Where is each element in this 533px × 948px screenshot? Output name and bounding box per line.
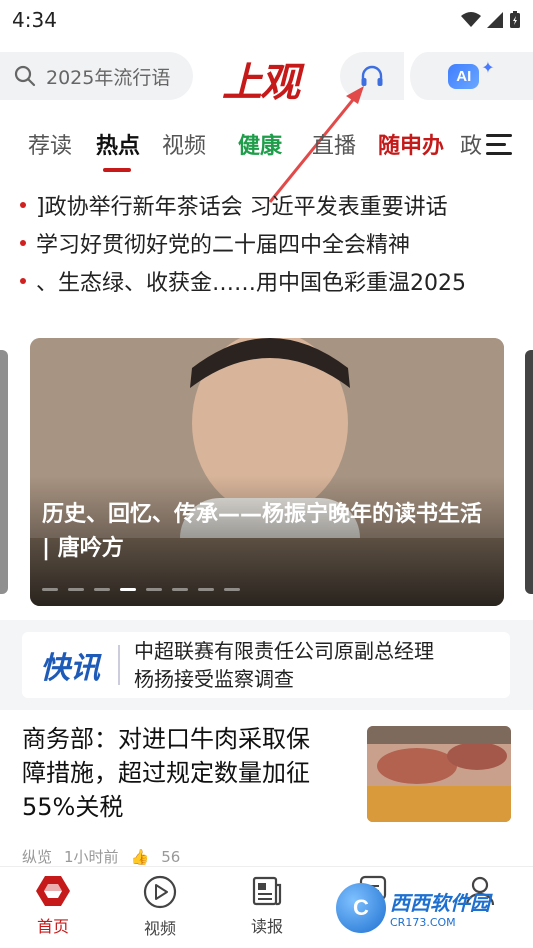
flash-news-section: 快讯 中超联赛有限责任公司原副总经理 杨扬接受监察调查 bbox=[0, 620, 533, 710]
article-source: 纵览 bbox=[22, 848, 53, 866]
headline-text: ]政协举行新年茶话会 习近平发表重要讲话 bbox=[36, 195, 448, 220]
wifi-icon bbox=[461, 12, 481, 27]
nav-video[interactable]: 视频 bbox=[120, 875, 200, 939]
article-title-line: 55%关税 bbox=[22, 793, 124, 821]
article-meta: 纵览 1小时前 👍 56 bbox=[22, 846, 180, 867]
newspaper-icon bbox=[252, 876, 282, 906]
bullet-icon bbox=[20, 202, 26, 208]
ai-button[interactable]: AI ✦ bbox=[404, 52, 533, 100]
article-title-line: 商务部：对进口牛肉采取保 bbox=[22, 725, 310, 753]
article-card[interactable]: 商务部：对进口牛肉采取保 障措施，超过规定数量加征 55%关税 纵览 1小时前 … bbox=[0, 722, 533, 872]
carousel-dot bbox=[68, 588, 84, 591]
tab-politics[interactable]: 政 bbox=[460, 128, 482, 160]
carousel-dot bbox=[94, 588, 110, 591]
headline-text: 学习好贯彻好党的二十届四中全会精神 bbox=[36, 233, 411, 258]
headphones-icon bbox=[361, 65, 383, 86]
status-bar: 4:34 bbox=[0, 0, 533, 40]
tab-live[interactable]: 直播 bbox=[312, 128, 356, 160]
category-tabs: 荐读 热点 视频 健康 直播 随申办 政 bbox=[0, 122, 533, 172]
bullet-icon bbox=[20, 240, 26, 246]
carousel-indicator bbox=[42, 588, 240, 591]
search-placeholder: 2025年流行语 bbox=[46, 66, 171, 89]
nav-newspaper[interactable]: 读报 bbox=[227, 875, 307, 937]
nav-label: 读报 bbox=[250, 917, 283, 936]
nav-label: 视频 bbox=[143, 919, 176, 938]
audio-button[interactable] bbox=[340, 52, 404, 100]
article-thumbnail bbox=[367, 726, 511, 822]
tabs-menu-icon[interactable] bbox=[486, 134, 512, 161]
article-time: 1小时前 bbox=[64, 848, 119, 866]
watermark-brand: 西西软件园 bbox=[390, 891, 490, 915]
flash-logo: 快讯 bbox=[40, 651, 100, 686]
tab-hot[interactable]: 热点 bbox=[96, 128, 140, 160]
article-title: 商务部：对进口牛肉采取保 障措施，超过规定数量加征 55%关税 bbox=[22, 722, 342, 824]
beef-photo bbox=[367, 726, 511, 822]
watermark-logo-icon: C bbox=[336, 883, 386, 933]
thumbs-up-icon[interactable]: 👍 bbox=[131, 848, 150, 866]
carousel-next-peek bbox=[525, 350, 533, 594]
tab-recommended[interactable]: 荐读 bbox=[28, 128, 72, 160]
carousel-dot bbox=[224, 588, 240, 591]
active-tab-indicator bbox=[103, 168, 131, 172]
nav-home[interactable]: 首页 bbox=[13, 875, 93, 937]
carousel-dot bbox=[198, 588, 214, 591]
site-watermark: C 西西软件园 CR173.COM bbox=[336, 880, 512, 936]
flash-news-card[interactable]: 快讯 中超联赛有限责任公司原副总经理 杨扬接受监察调查 bbox=[22, 632, 510, 698]
search-icon bbox=[14, 65, 36, 87]
carousel-caption: 历史、回忆、传承——杨振宁晚年的读书生活 | 唐吟方 bbox=[42, 502, 483, 561]
watermark-text: 西西软件园 CR173.COM bbox=[390, 887, 490, 929]
status-icons bbox=[461, 11, 521, 29]
carousel-dot bbox=[146, 588, 162, 591]
headline-item[interactable]: ]政协举行新年茶话会 习近平发表重要讲话 bbox=[0, 186, 533, 224]
carousel-dot bbox=[172, 588, 188, 591]
headline-list: ]政协举行新年茶话会 习近平发表重要讲话 学习好贯彻好党的二十届四中全会精神 、… bbox=[0, 186, 533, 300]
bullet-icon bbox=[20, 278, 26, 284]
featured-carousel[interactable]: 历史、回忆、传承——杨振宁晚年的读书生活 | 唐吟方 bbox=[30, 338, 504, 606]
signal-icon bbox=[487, 12, 503, 28]
flash-text: 中超联赛有限责任公司原副总经理 杨扬接受监察调查 bbox=[134, 637, 434, 693]
tab-suishenban[interactable]: 随申办 bbox=[378, 128, 444, 160]
carousel-dot-active bbox=[120, 588, 136, 591]
headline-item[interactable]: 、生态绿、收获金……用中国色彩重温2025 bbox=[0, 262, 533, 300]
headline-item[interactable]: 学习好贯彻好党的二十届四中全会精神 bbox=[0, 224, 533, 262]
carousel-prev-peek bbox=[0, 350, 8, 594]
sparkle-icon: ✦ bbox=[481, 57, 495, 77]
tab-video[interactable]: 视频 bbox=[162, 128, 206, 160]
header: 2025年流行语 上观 AI ✦ bbox=[0, 50, 533, 106]
flash-divider bbox=[118, 645, 120, 685]
article-title-line: 障措施，超过规定数量加征 bbox=[22, 759, 310, 787]
search-box[interactable]: 2025年流行语 bbox=[0, 52, 193, 100]
app-logo: 上观 bbox=[222, 59, 300, 106]
headline-text: 、生态绿、收获金……用中国色彩重温2025 bbox=[36, 271, 466, 296]
status-time: 4:34 bbox=[12, 8, 57, 32]
watermark-url: CR173.COM bbox=[390, 916, 456, 929]
battery-icon bbox=[510, 11, 520, 28]
carousel-dot bbox=[42, 588, 58, 591]
nav-label: 首页 bbox=[36, 917, 69, 936]
play-icon bbox=[143, 875, 177, 909]
article-likes: 56 bbox=[161, 847, 181, 866]
ai-badge: AI bbox=[448, 63, 480, 89]
flash-text-line: 杨扬接受监察调查 bbox=[134, 667, 294, 691]
home-icon bbox=[36, 876, 70, 906]
tab-health[interactable]: 健康 bbox=[238, 128, 282, 160]
flash-text-line: 中超联赛有限责任公司原副总经理 bbox=[134, 639, 434, 663]
